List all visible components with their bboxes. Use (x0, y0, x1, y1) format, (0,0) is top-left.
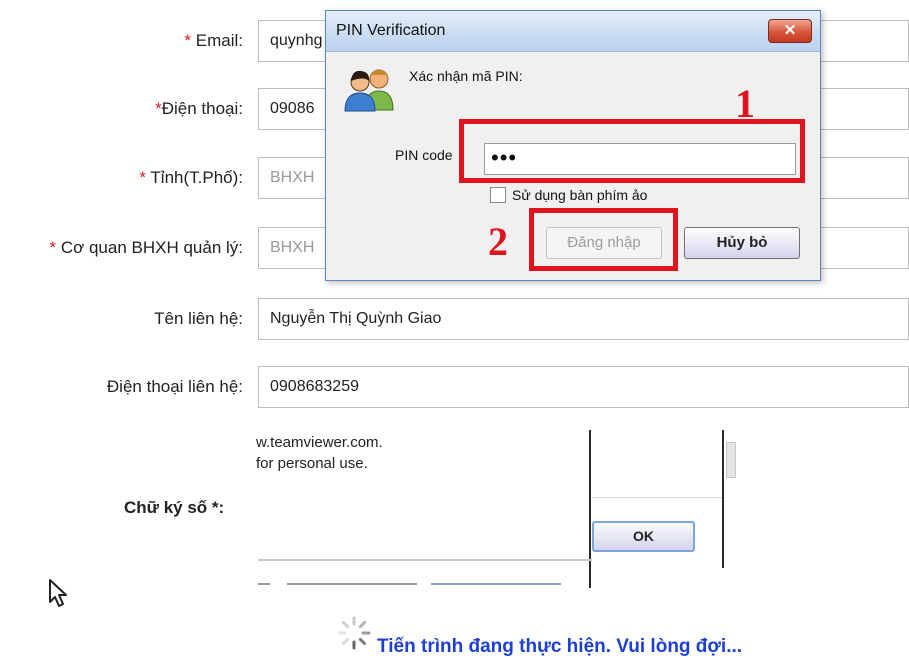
spinner-icon (337, 616, 371, 650)
close-button[interactable]: ✕ (768, 19, 812, 43)
signature-label: Chữ ký số *: (124, 498, 225, 517)
scrollbar-thumb[interactable] (726, 442, 736, 478)
window-border-right (722, 430, 724, 568)
email-label: * Email: (184, 31, 243, 50)
pin-code-label: PIN code (395, 147, 453, 163)
close-icon: ✕ (783, 22, 797, 39)
annotation-step-2: 2 (488, 219, 508, 264)
dialog-title: PIN Verification (336, 22, 446, 39)
window-divider (592, 497, 722, 498)
teamviewer-text-line2: for personal use. (256, 455, 368, 472)
pin-heading: Xác nhận mã PIN: (409, 68, 523, 84)
mouse-cursor-icon (49, 579, 67, 607)
virtual-keyboard-checkbox[interactable] (490, 187, 506, 203)
phone-label: *Điện thoại: (155, 99, 243, 118)
progress-message: Tiến trình đang thực hiện. Vui lòng đợi.… (377, 636, 743, 657)
cancel-button[interactable]: Hủy bỏ (684, 227, 800, 259)
dialog-titlebar[interactable]: PIN Verification ✕ (326, 11, 820, 52)
annotation-box-2 (529, 208, 678, 271)
contact-name-label: Tên liên hệ: (154, 309, 243, 328)
fragment-line-3 (431, 583, 561, 585)
contact-phone-label: Điện thoại liên hệ: (106, 377, 243, 396)
users-icon (344, 69, 394, 112)
annotation-box-1 (459, 119, 805, 183)
contact-phone-field[interactable]: 0908683259 (258, 366, 909, 408)
ok-button[interactable]: OK (592, 521, 695, 552)
virtual-keyboard-label: Sử dụng bàn phím ảo (512, 187, 648, 203)
province-label: * Tỉnh(T.Phố): (139, 168, 243, 187)
teamviewer-text-line1: w.teamviewer.com. (256, 434, 383, 451)
annotation-step-1: 1 (735, 81, 755, 126)
contact-name-field[interactable]: Nguyễn Thị Quỳnh Giao (258, 298, 909, 340)
fragment-line-2 (287, 583, 417, 585)
agency-label: * Cơ quan BHXH quản lý: (49, 238, 243, 257)
fragment-line-1 (258, 583, 270, 585)
signature-box-line (258, 559, 592, 561)
window-border-left (589, 430, 591, 588)
